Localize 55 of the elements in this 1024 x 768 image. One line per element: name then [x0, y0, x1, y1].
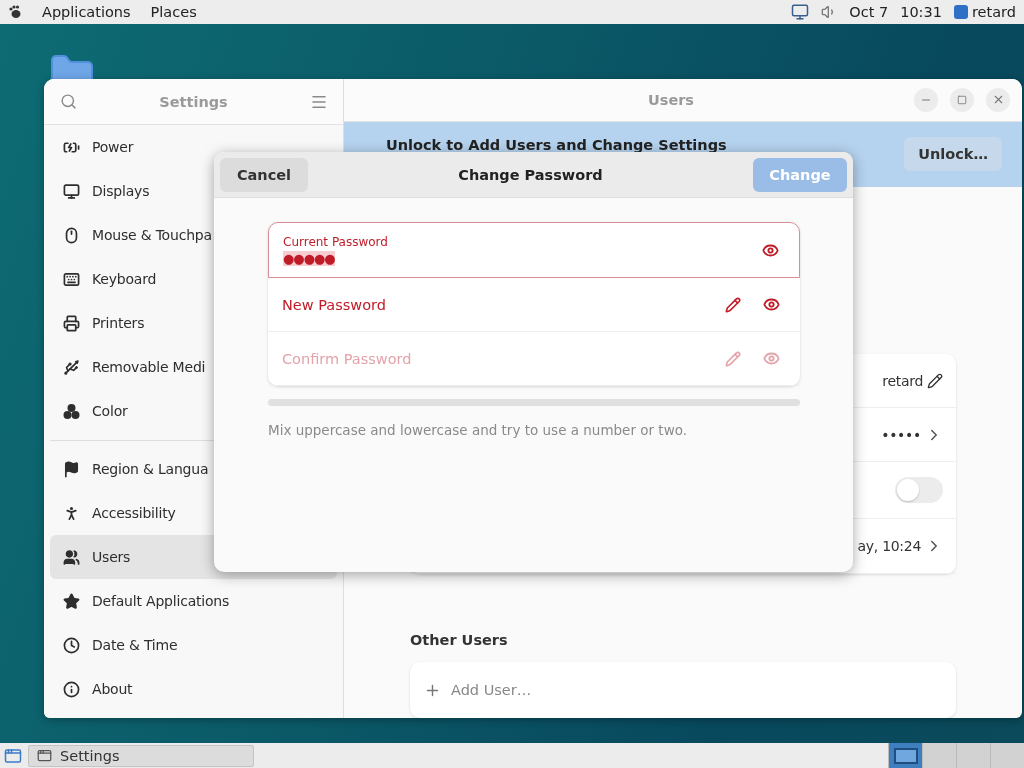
- users-icon: [63, 548, 80, 566]
- keyboard-icon: [63, 270, 80, 288]
- sidebar-item[interactable]: Date & Time: [50, 623, 337, 667]
- taskbar-button[interactable]: Settings: [28, 744, 254, 767]
- password-field[interactable]: New Password: [268, 278, 800, 332]
- password-field[interactable]: Current Password ●●●●●: [268, 222, 800, 278]
- panel-user[interactable]: retard: [971, 4, 1016, 20]
- banner-text: Unlock to Add Users and Change Settings: [386, 137, 728, 154]
- window-icon: [37, 748, 52, 763]
- pencil-icon[interactable]: [927, 372, 943, 389]
- mouse-icon: [63, 226, 80, 244]
- info-icon: [63, 680, 80, 698]
- circles-icon: [63, 402, 80, 420]
- eye-icon[interactable]: [763, 296, 780, 313]
- maximize-icon: [957, 94, 967, 105]
- show-desktop-icon[interactable]: [4, 746, 22, 765]
- sidebar-title: Settings: [158, 93, 229, 110]
- user-icon[interactable]: [953, 5, 968, 19]
- sidebar-item[interactable]: About: [50, 667, 337, 711]
- network-icon[interactable]: [791, 3, 810, 21]
- printer-icon: [63, 314, 80, 332]
- sidebar-item[interactable]: Region & Langua: [50, 447, 337, 491]
- pencil-icon[interactable]: [725, 296, 741, 313]
- row-value: ay, 10:24: [857, 538, 921, 554]
- add-user-row[interactable]: Add User…: [410, 662, 956, 718]
- field-label: Confirm Password: [282, 350, 413, 367]
- user-name: retard: [882, 372, 923, 389]
- search-icon: [59, 93, 77, 110]
- sidebar-item[interactable]: Default Applications: [50, 579, 337, 623]
- panel-date[interactable]: Oct 7: [849, 4, 889, 20]
- section-title: Other Users: [410, 632, 509, 648]
- flag-icon: [63, 460, 80, 478]
- field-label: Current Password: [283, 234, 389, 249]
- password-hint: Mix uppercase and lowercase and try to use a number or two.: [268, 422, 689, 438]
- panel-time[interactable]: 10:31: [900, 4, 942, 20]
- maximize-button[interactable]: [950, 87, 974, 112]
- password-dots: ●●●●●: [283, 250, 335, 266]
- panel-menu[interactable]: Applications: [42, 4, 131, 20]
- clock-icon: [63, 636, 80, 654]
- panel-menu[interactable]: Places: [150, 4, 197, 20]
- sidebar-item[interactable]: Accessibility: [50, 491, 337, 535]
- cancel-button[interactable]: Cancel: [220, 157, 308, 192]
- close-button[interactable]: [986, 87, 1010, 112]
- workspace-button[interactable]: [888, 743, 922, 768]
- toggle-switch[interactable]: [895, 477, 943, 503]
- unlock-button[interactable]: Unlock…: [904, 137, 1002, 172]
- window-title: Users: [647, 91, 695, 108]
- usb-icon: [63, 358, 80, 376]
- dialog-title: Change Password: [457, 166, 604, 183]
- minimize-button[interactable]: [914, 87, 938, 112]
- accessibility-icon: [63, 504, 80, 522]
- star-icon: [63, 592, 80, 610]
- row-value: •••••: [881, 426, 921, 443]
- field-label: New Password: [282, 296, 387, 313]
- monitor-icon: [63, 182, 80, 200]
